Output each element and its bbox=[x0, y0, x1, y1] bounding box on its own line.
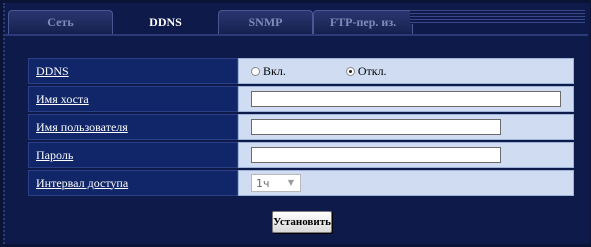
tab-network[interactable]: Сеть bbox=[8, 10, 113, 34]
set-button[interactable]: Установить bbox=[272, 211, 332, 233]
ddns-on-radio[interactable]: Вкл. bbox=[251, 64, 286, 79]
ddns-label[interactable]: DDNS bbox=[28, 58, 238, 84]
tab-divider bbox=[3, 34, 588, 36]
username-value bbox=[238, 114, 574, 140]
interval-selected-value: 1ч bbox=[256, 176, 270, 190]
hostname-row: Имя хоста bbox=[28, 86, 574, 112]
ddns-off-radio[interactable]: Откл. bbox=[345, 63, 387, 79]
tab-bar-filler bbox=[410, 10, 585, 24]
interval-value: 1ч ▼ bbox=[238, 170, 574, 196]
tab-snmp[interactable]: SNMP bbox=[218, 10, 313, 34]
password-value bbox=[238, 142, 574, 168]
hostname-value bbox=[238, 86, 574, 112]
ddns-off-label: Откл. bbox=[357, 63, 387, 78]
username-label[interactable]: Имя пользователя bbox=[28, 114, 238, 140]
password-label[interactable]: Пароль bbox=[28, 142, 238, 168]
username-row: Имя пользователя bbox=[28, 114, 574, 140]
tab-ddns[interactable]: DDNS bbox=[113, 10, 218, 34]
hostname-input[interactable] bbox=[251, 91, 561, 107]
radio-circle-icon bbox=[251, 66, 260, 76]
ddns-on-label: Вкл. bbox=[263, 63, 286, 78]
interval-label[interactable]: Интервал доступа bbox=[28, 170, 238, 196]
interval-select[interactable]: 1ч ▼ bbox=[251, 174, 301, 192]
chevron-down-icon: ▼ bbox=[287, 178, 294, 187]
username-input[interactable] bbox=[251, 119, 501, 135]
password-row: Пароль bbox=[28, 142, 574, 168]
ddns-row: DDNS Вкл. Откл. bbox=[28, 58, 574, 84]
password-input[interactable] bbox=[251, 147, 501, 163]
ddns-settings-form: DDNS Вкл. Откл. Имя хоста Имя пользовате… bbox=[28, 58, 574, 198]
tab-ftp[interactable]: FTP-пер. из. bbox=[313, 10, 413, 34]
ddns-value: Вкл. Откл. bbox=[238, 58, 574, 84]
radio-selected-icon bbox=[345, 66, 355, 76]
hostname-label[interactable]: Имя хоста bbox=[28, 86, 238, 112]
interval-row: Интервал доступа 1ч ▼ bbox=[28, 170, 574, 196]
